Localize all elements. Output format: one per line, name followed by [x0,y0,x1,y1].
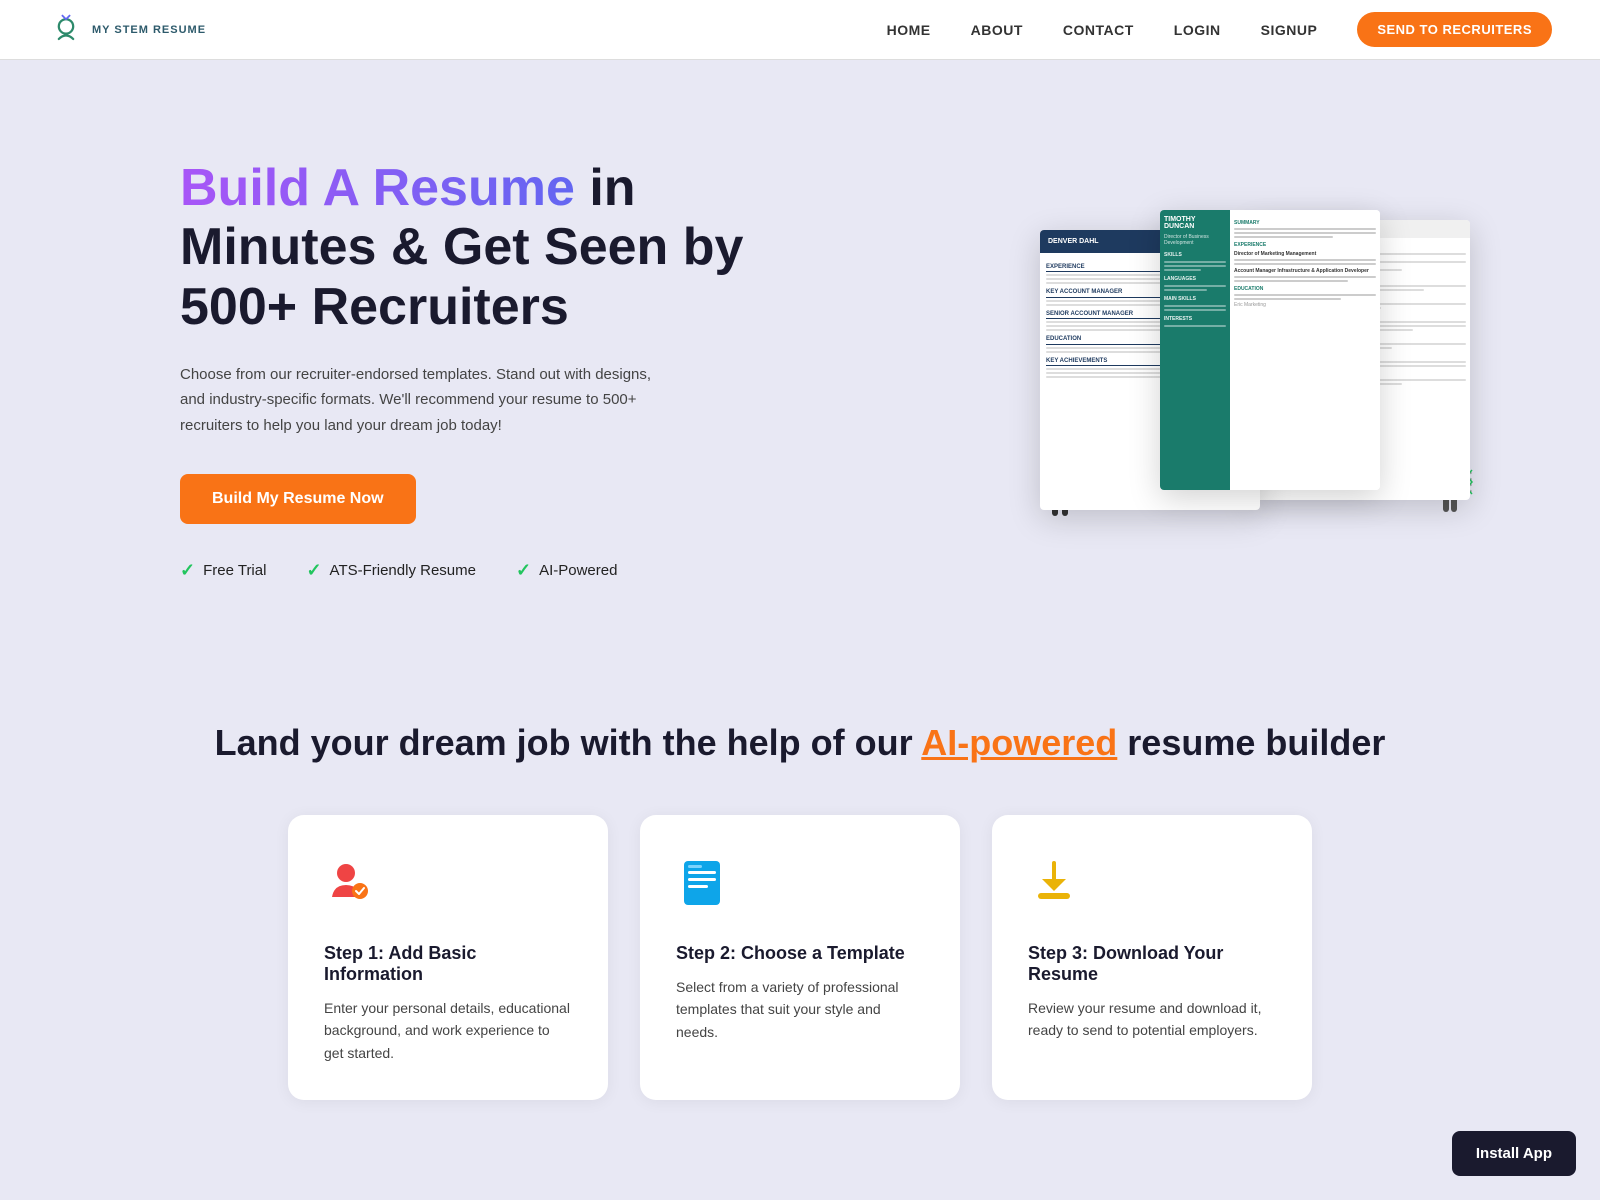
steps-section-title: Land your dream job with the help of our… [80,720,1520,767]
feature-ai-powered: ✓ AI-Powered [516,560,617,581]
hero-description: Choose from our recruiter-endorsed templ… [180,362,660,439]
feature-free-trial: ✓ Free Trial [180,560,266,581]
step-3-title: Step 3: Download Your Resume [1028,943,1276,985]
nav-home[interactable]: HOME [887,22,931,38]
steps-grid: Step 1: Add Basic Information Enter your… [80,815,1520,1100]
feature-ats-friendly: ✓ ATS-Friendly Resume [306,560,476,581]
nav-signup[interactable]: SIGNUP [1261,22,1318,38]
check-icon-ats: ✓ [306,560,321,581]
install-app-banner[interactable]: Install App [1452,1131,1576,1176]
step-card-1: Step 1: Add Basic Information Enter your… [288,815,608,1100]
feature-checks: ✓ Free Trial ✓ ATS-Friendly Resume ✓ AI-… [180,560,780,581]
step-3-icon [1028,855,1276,919]
feature-ai-label: AI-Powered [539,562,617,579]
step-1-title: Step 1: Add Basic Information [324,943,572,985]
steps-title-plain: Land your dream job with the help of our [215,722,922,763]
logo[interactable]: MY STEM RESUME [48,12,206,48]
hero-title-highlight: Build A Resume [180,159,575,217]
hero-section: Build A Resume in Minutes & Get Seen by … [0,60,1600,660]
hero-visual: DENVER DAHL EXPERIENCE KEY ACCOUNT MANAG… [1040,210,1460,530]
resume-2-sidebar: TIMOTHYDUNCAN Director of Business Devel… [1160,210,1230,490]
step-card-3: Step 3: Download Your Resume Review your… [992,815,1312,1100]
nav-links: HOME ABOUT CONTACT LOGIN SIGNUP SEND TO … [887,12,1552,47]
step-2-icon [676,855,924,919]
send-to-recruiters-button[interactable]: SEND TO RECRUITERS [1357,12,1552,47]
nav-about[interactable]: ABOUT [971,22,1023,38]
check-icon-free-trial: ✓ [180,560,195,581]
hero-content: Build A Resume in Minutes & Get Seen by … [180,159,780,582]
step-2-title: Step 2: Choose a Template [676,943,924,964]
nav-login[interactable]: LOGIN [1174,22,1221,38]
check-icon-ai: ✓ [516,560,531,581]
steps-section: Land your dream job with the help of our… [0,660,1600,1180]
step-1-icon [324,855,572,919]
resume-2-main: SUMMARY EXPERIENCE Director of Marketing… [1230,210,1380,490]
feature-ats-label: ATS-Friendly Resume [330,562,476,579]
step-3-desc: Review your resume and download it, read… [1028,997,1276,1042]
steps-title-end: resume builder [1117,722,1385,763]
step-1-desc: Enter your personal details, educational… [324,997,572,1064]
logo-icon [48,12,84,48]
step-2-desc: Select from a variety of professional te… [676,976,924,1043]
resume-card-2: TIMOTHYDUNCAN Director of Business Devel… [1160,210,1380,490]
logo-text: MY STEM RESUME [92,24,206,36]
feature-free-trial-label: Free Trial [203,562,266,579]
build-resume-button[interactable]: Build My Resume Now [180,474,416,524]
step-card-2: Step 2: Choose a Template Select from a … [640,815,960,1100]
hero-title: Build A Resume in Minutes & Get Seen by … [180,159,780,338]
resume-preview: DENVER DAHL EXPERIENCE KEY ACCOUNT MANAG… [1040,210,1460,530]
nav-contact[interactable]: CONTACT [1063,22,1134,38]
navbar: MY STEM RESUME HOME ABOUT CONTACT LOGIN … [0,0,1600,60]
steps-title-highlight: AI-powered [921,722,1117,763]
